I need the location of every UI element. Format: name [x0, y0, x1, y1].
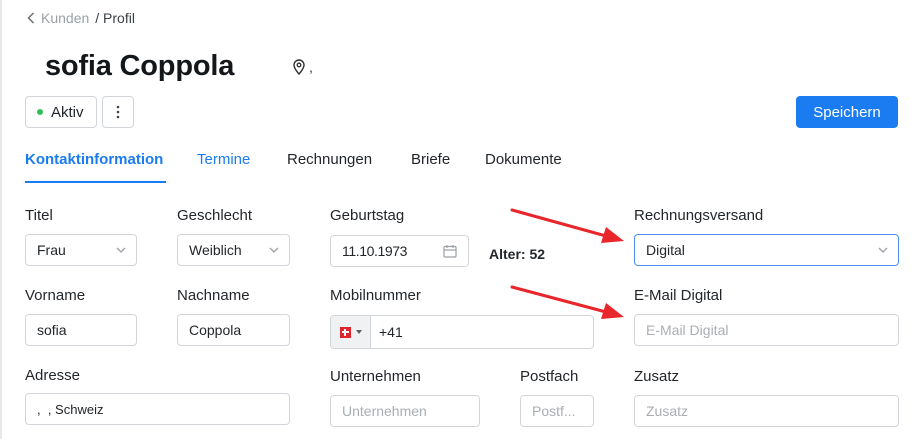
titel-value: Frau [37, 242, 66, 258]
tab-dokumente[interactable]: Dokumente [485, 151, 562, 168]
chevron-down-icon [269, 247, 279, 253]
rechnungsversand-label: Rechnungsversand [634, 207, 764, 224]
caret-down-icon [355, 330, 362, 334]
tab-rechnungen[interactable]: Rechnungen [287, 151, 372, 168]
vorname-value: sofia [37, 322, 67, 338]
nachname-value: Coppola [189, 322, 242, 338]
postfach-input[interactable]: Postf... [520, 395, 594, 427]
tab-briefe[interactable]: Briefe [411, 151, 450, 168]
geburtstag-label: Geburtstag [330, 207, 405, 224]
active-tab-indicator [25, 181, 166, 183]
geschlecht-value: Weiblich [189, 242, 242, 258]
breadcrumb-back-label: Kunden [41, 10, 90, 26]
mobilnummer-field: +41 [330, 315, 594, 349]
rechnungsversand-select[interactable]: Digital [634, 234, 899, 266]
status-dot-icon [37, 109, 43, 115]
chevron-down-icon [116, 247, 126, 253]
email-digital-input[interactable]: E-Mail Digital [634, 314, 899, 346]
breadcrumb-back-link[interactable]: Kunden [27, 10, 89, 26]
page-title: sofia Coppola [45, 50, 235, 82]
titel-label: Titel [25, 207, 53, 224]
arrow-to-rechnungsversand [510, 208, 624, 243]
geburtstag-value: 11.10.1973 [342, 243, 408, 259]
titel-select[interactable]: Frau [25, 234, 137, 266]
country-code-selector[interactable] [331, 316, 371, 348]
geschlecht-select[interactable]: Weiblich [177, 234, 290, 266]
age-display: Alter: 52 [489, 246, 546, 262]
zusatz-input[interactable]: Zusatz [634, 395, 899, 427]
unternehmen-label: Unternehmen [330, 368, 421, 385]
status-label: Aktiv [51, 103, 84, 121]
unternehmen-placeholder: Unternehmen [342, 403, 427, 419]
adresse-label: Adresse [25, 367, 81, 384]
calendar-icon [443, 245, 457, 258]
tab-termine[interactable]: Termine [197, 151, 250, 168]
status-dropdown[interactable]: Aktiv [25, 96, 97, 128]
zusatz-placeholder: Zusatz [646, 403, 689, 419]
nachname-input[interactable]: Coppola [177, 314, 290, 346]
adresse-value: , , Schweiz [37, 401, 104, 417]
save-button[interactable]: Speichern [796, 96, 898, 128]
rechnungsversand-value: Digital [646, 242, 685, 258]
geburtstag-datepicker[interactable]: 11.10.1973 [330, 235, 469, 267]
tab-kontaktinformation[interactable]: Kontaktinformation [25, 151, 163, 168]
more-options-button[interactable] [102, 96, 134, 128]
vorname-label: Vorname [25, 287, 86, 304]
mobilnummer-input[interactable]: +41 [371, 316, 403, 348]
breadcrumb: Kunden / Profil [27, 9, 135, 27]
swiss-flag-icon [339, 326, 351, 338]
email-digital-placeholder: E-Mail Digital [646, 322, 729, 338]
unternehmen-input[interactable]: Unternehmen [330, 395, 480, 427]
location-pin-icon [293, 59, 305, 75]
geschlecht-label: Geschlecht [177, 207, 253, 224]
postfach-label: Postfach [520, 368, 579, 385]
nachname-label: Nachname [177, 287, 250, 304]
location-info: , [292, 59, 313, 75]
postfach-placeholder: Postf... [532, 403, 576, 419]
tab-bar: Kontaktinformation Termine Rechnungen Br… [25, 151, 898, 185]
adresse-input[interactable]: , , Schweiz [25, 393, 290, 425]
location-text: , [309, 59, 313, 75]
left-border [0, 0, 2, 439]
vorname-input[interactable]: sofia [25, 314, 137, 346]
breadcrumb-current: / Profil [95, 10, 135, 26]
zusatz-label: Zusatz [634, 368, 680, 385]
mobilnummer-value: +41 [379, 324, 403, 340]
chevron-left-icon [27, 12, 35, 24]
email-digital-label: E-Mail Digital [634, 287, 723, 304]
chevron-down-icon [878, 247, 888, 253]
more-vertical-icon [116, 105, 120, 119]
mobilnummer-label: Mobilnummer [330, 287, 421, 304]
